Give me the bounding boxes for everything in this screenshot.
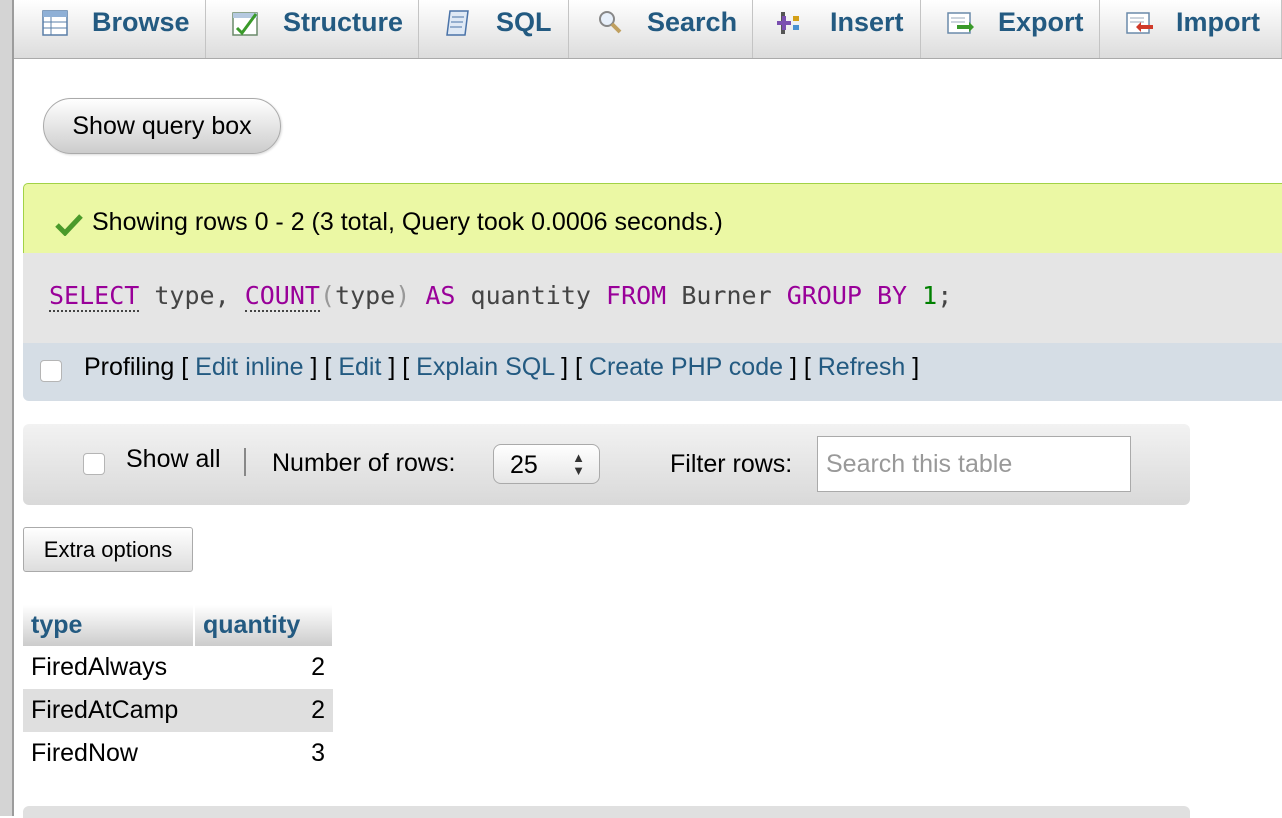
tab-search[interactable]: Search (569, 0, 753, 58)
tab-insert[interactable]: Insert (753, 0, 921, 58)
tab-structure[interactable]: Structure (206, 0, 419, 58)
column-header-quantity[interactable]: quantity (194, 605, 334, 646)
cell-type[interactable]: FiredNow (23, 732, 194, 775)
panel-resize-handle[interactable] (12, 0, 14, 816)
tab-export[interactable]: Export (921, 0, 1100, 58)
table-row: FiredNow 3 (23, 732, 333, 775)
sql-group-by-keyword: GROUP BY (786, 281, 908, 310)
tab-import[interactable]: Import (1100, 0, 1282, 58)
cell-quantity[interactable]: 2 (194, 646, 333, 689)
tab-sql-label: SQL (496, 7, 552, 37)
tab-browse[interactable]: Browse (14, 0, 206, 58)
query-actions: Profiling [ Edit inline ] [ Edit ] [ Exp… (84, 353, 920, 381)
sql-count-function[interactable]: COUNT (244, 281, 320, 312)
explain-sql-link[interactable]: Explain SQL (416, 353, 554, 381)
table-navigation-bar: Show all Number of rows: 25 ▲ ▼ Filter ro… (23, 424, 1190, 505)
tab-search-label: Search (647, 7, 738, 37)
rows-label: Number of rows: (272, 449, 456, 477)
show-all-checkbox[interactable] (83, 453, 105, 475)
query-actions-bar: Profiling [ Edit inline ] [ Edit ] [ Exp… (23, 343, 1282, 401)
sql-terminator: ; (937, 281, 953, 310)
browse-icon (42, 10, 68, 36)
tab-insert-label: Insert (830, 7, 904, 37)
show-all-label: Show all (126, 445, 221, 473)
export-icon (947, 12, 974, 34)
sql-column: type, (154, 281, 230, 310)
sql-number: 1 (922, 281, 938, 310)
sql-query-box: SELECT type, COUNT(type) AS quantity FRO… (23, 253, 1282, 343)
divider (244, 448, 246, 476)
column-header-type[interactable]: type (23, 605, 195, 646)
results-table: type quantity FiredAlways 2 FiredAtCamp … (23, 605, 334, 775)
rows-per-page-value: 25 (510, 451, 538, 479)
cell-quantity[interactable]: 2 (194, 689, 333, 732)
table-row: FiredAlways 2 (23, 646, 333, 689)
chevron-updown-icon: ▲ ▼ (572, 450, 585, 478)
sql-table: Burner (681, 281, 772, 310)
sql-query: SELECT type, COUNT(type) AS quantity FRO… (49, 281, 953, 312)
extra-options-button[interactable]: Extra options (23, 527, 193, 572)
filter-rows-label: Filter rows: (670, 450, 793, 478)
insert-icon (777, 12, 799, 34)
cell-type[interactable]: FiredAlways (23, 646, 194, 689)
import-icon (1126, 12, 1153, 34)
rows-per-page-select[interactable]: 25 ▲ ▼ (493, 444, 600, 484)
table-row: FiredAtCamp 2 (23, 689, 333, 732)
tab-structure-label: Structure (283, 7, 404, 37)
search-icon (599, 11, 622, 34)
success-message: Showing rows 0 - 2 (3 total, Query took … (92, 208, 723, 236)
sql-from-keyword: FROM (606, 281, 667, 310)
filter-rows-input[interactable] (817, 436, 1131, 492)
cell-type[interactable]: FiredAtCamp (23, 689, 194, 732)
tab-browse-label: Browse (92, 7, 190, 37)
tab-import-label: Import (1176, 7, 1260, 37)
sql-count-arg: type (335, 281, 396, 310)
sql-alias: quantity (470, 281, 591, 310)
sql-icon (446, 10, 469, 36)
sql-select-keyword[interactable]: SELECT (49, 281, 140, 312)
show-query-box-button[interactable]: Show query box (43, 98, 281, 154)
edit-link[interactable]: Edit (338, 353, 381, 381)
tab-bar: Browse Structure SQL Search Insert Expor… (14, 0, 1282, 59)
checkmark-icon (55, 214, 83, 236)
create-php-code-link[interactable]: Create PHP code (589, 353, 783, 381)
structure-icon (232, 12, 258, 36)
cell-quantity[interactable]: 3 (194, 732, 333, 775)
edit-inline-link[interactable]: Edit inline (195, 353, 303, 381)
sql-as-keyword: AS (425, 281, 456, 310)
tab-export-label: Export (998, 7, 1084, 37)
refresh-link[interactable]: Refresh (818, 353, 906, 381)
profiling-label: Profiling (84, 353, 175, 381)
tab-sql[interactable]: SQL (419, 0, 569, 58)
success-message-box: Showing rows 0 - 2 (3 total, Query took … (23, 183, 1282, 253)
profiling-checkbox[interactable] (40, 360, 62, 382)
bottom-navigation-bar (23, 806, 1190, 818)
